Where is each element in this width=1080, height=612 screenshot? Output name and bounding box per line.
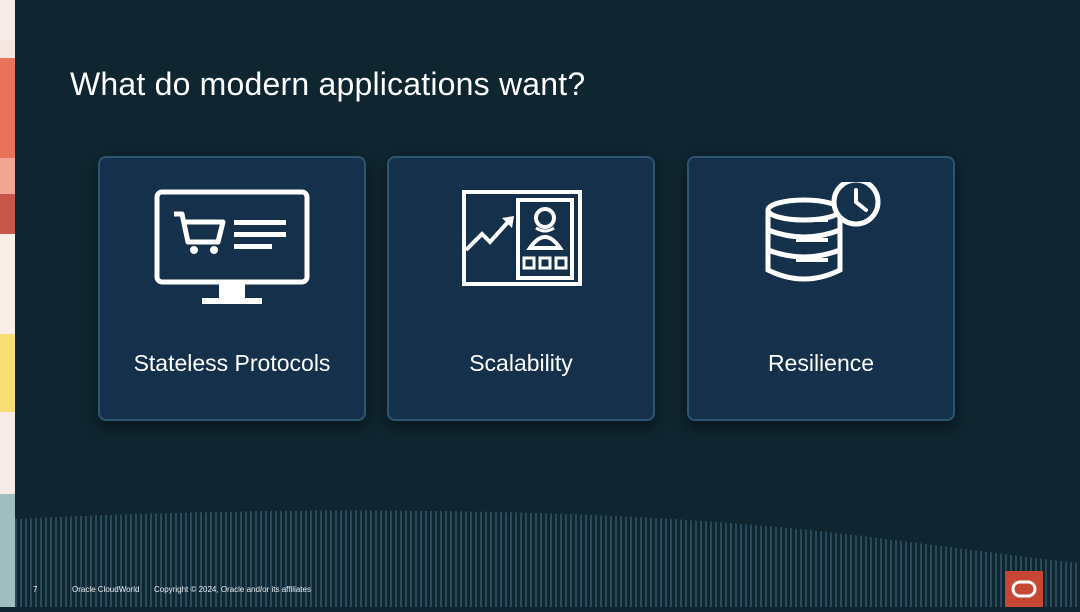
- oracle-logo-icon: [1005, 571, 1043, 607]
- card-label: Stateless Protocols: [133, 350, 331, 376]
- card-label: Resilience: [767, 350, 875, 376]
- decorative-color-strip: [0, 0, 15, 607]
- computer-shopping-cart-icon: [154, 189, 310, 304]
- growth-profile-chart-icon: [462, 190, 582, 286]
- event-name: Oracle CloudWorld: [72, 585, 140, 594]
- copyright-text: Copyright © 2024, Oracle and/or its affi…: [154, 585, 311, 594]
- card-label: Scalability: [469, 350, 573, 376]
- slide-title: What do modern applications want?: [70, 66, 586, 102]
- card-resilience: Resilience: [687, 156, 955, 421]
- card-stateless-protocols: Stateless Protocols: [98, 156, 366, 421]
- database-clock-icon: [765, 182, 881, 282]
- page-number: 7: [33, 585, 38, 594]
- card-scalability: Scalability: [387, 156, 655, 421]
- footer: 7 Oracle CloudWorld Copyright © 2024, Or…: [0, 580, 1080, 600]
